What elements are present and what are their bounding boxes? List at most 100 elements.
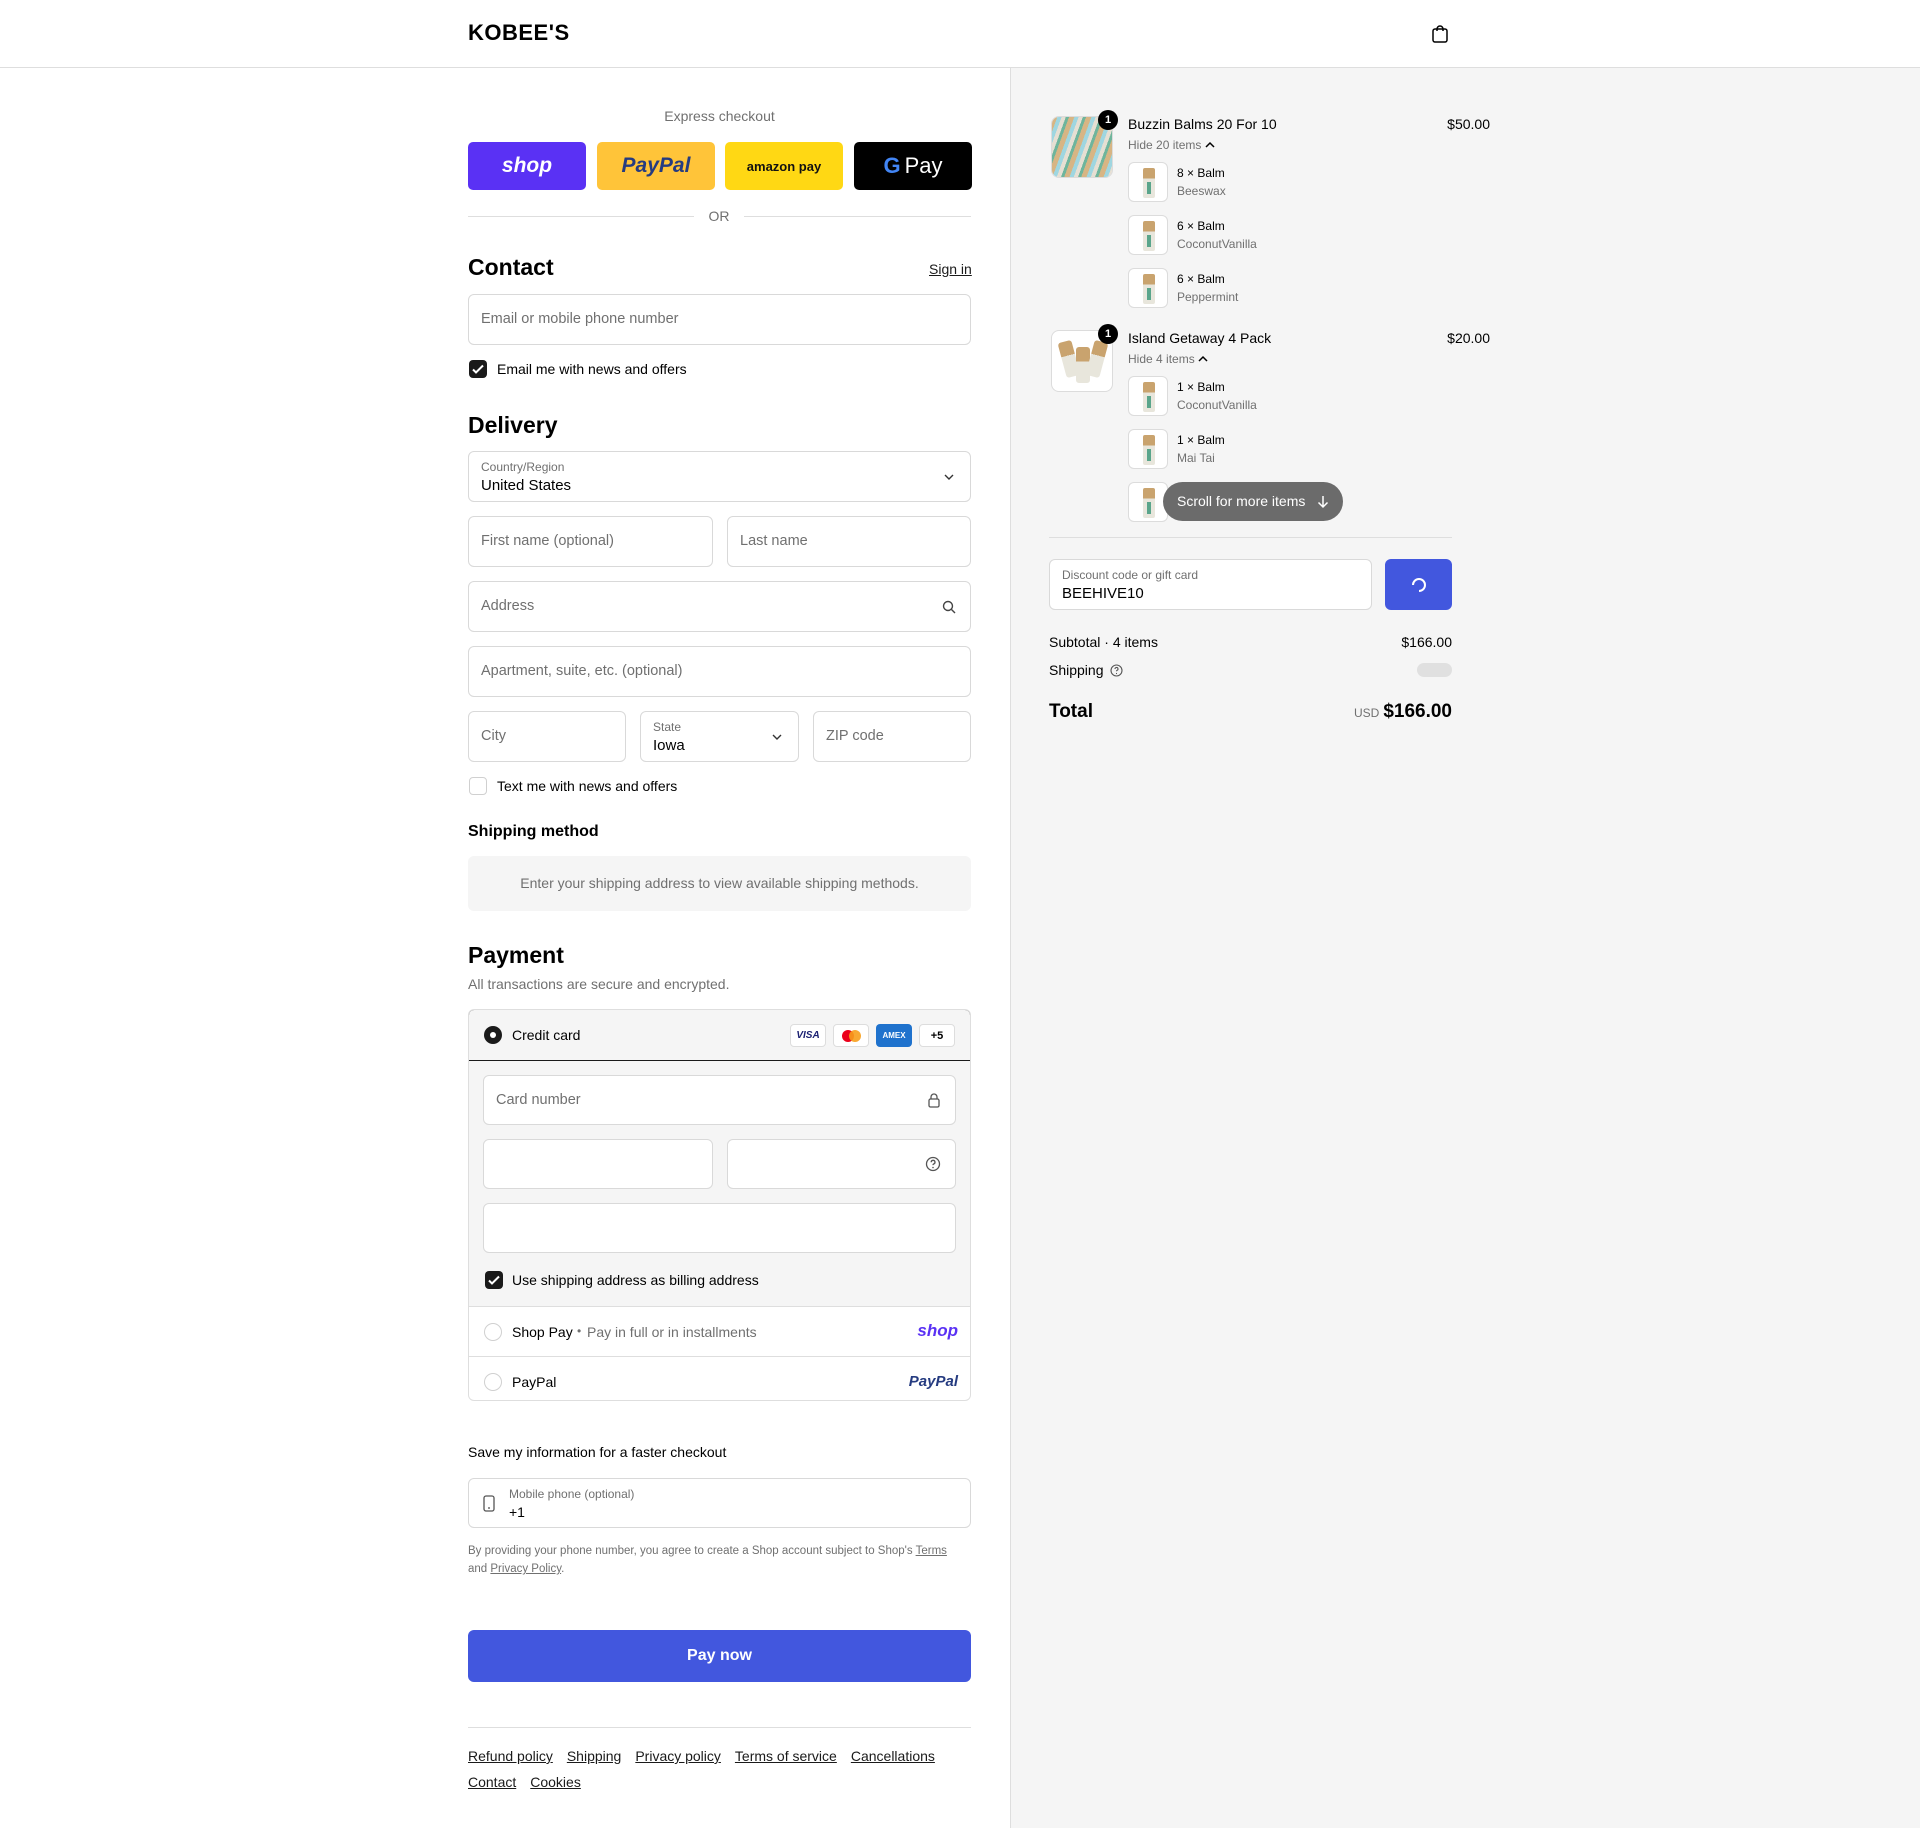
sign-in-link[interactable]: Sign in bbox=[929, 261, 972, 277]
paypal-radio[interactable] bbox=[484, 1373, 502, 1391]
item-price: $20.00 bbox=[1447, 330, 1490, 346]
credit-card-radio[interactable] bbox=[484, 1026, 502, 1044]
loading-spinner-icon bbox=[1412, 578, 1426, 592]
arrow-down-icon bbox=[1318, 496, 1329, 509]
pay-now-button[interactable]: Pay now bbox=[468, 1630, 971, 1682]
last-name-field[interactable]: Last name bbox=[727, 516, 971, 567]
name-on-card-field[interactable] bbox=[483, 1203, 956, 1253]
apply-discount-button[interactable] bbox=[1385, 559, 1452, 610]
paypal-express-button[interactable]: PayPal bbox=[597, 142, 715, 190]
email-news-checkbox[interactable] bbox=[469, 360, 487, 378]
terms-of-service-link[interactable]: Terms of service bbox=[735, 1748, 837, 1764]
first-name-field[interactable]: First name (optional) bbox=[468, 516, 713, 567]
credit-card-label: Credit card bbox=[512, 1027, 581, 1043]
sub-item-name: 1 × Balm bbox=[1177, 433, 1225, 447]
sub-item-image bbox=[1128, 268, 1168, 308]
mobile-phone-icon bbox=[483, 1495, 495, 1512]
shop-pay-radio[interactable] bbox=[484, 1323, 502, 1341]
privacy-policy-footer-link[interactable]: Privacy policy bbox=[635, 1748, 721, 1764]
scroll-more-items-pill[interactable]: Scroll for more items bbox=[1163, 482, 1344, 521]
help-circle-icon[interactable] bbox=[925, 1156, 941, 1172]
divider bbox=[468, 216, 694, 217]
google-g-icon: G bbox=[883, 153, 901, 178]
legal-period: . bbox=[561, 1563, 565, 1575]
legal-prefix: By providing your phone number, you agre… bbox=[468, 1545, 913, 1557]
country-select[interactable]: Country/Region United States bbox=[468, 451, 971, 502]
text-news-label: Text me with news and offers bbox=[497, 778, 678, 794]
google-pay-express-button[interactable]: G Pay bbox=[854, 142, 972, 190]
shipping-label: Shipping bbox=[1049, 662, 1123, 678]
paypal-logo: PayPal bbox=[621, 154, 691, 177]
privacy-policy-link[interactable]: Privacy Policy bbox=[490, 1563, 561, 1575]
shop-pay-description: Pay in full or in installments bbox=[587, 1324, 757, 1340]
city-placeholder: City bbox=[481, 728, 506, 744]
cookies-link[interactable]: Cookies bbox=[530, 1774, 581, 1790]
security-code-field[interactable] bbox=[727, 1139, 956, 1189]
mobile-phone-field[interactable]: Mobile phone (optional) +1 bbox=[468, 1478, 971, 1528]
or-divider-label: OR bbox=[708, 208, 730, 224]
times-sign: × bbox=[1187, 433, 1195, 447]
card-form: Card number Use shipping address as bill… bbox=[469, 1061, 970, 1307]
paypal-logo: PayPal bbox=[908, 1373, 958, 1390]
sub-item-image bbox=[1128, 215, 1168, 255]
sub-item-product: Balm bbox=[1197, 272, 1225, 286]
sub-item-variant: CoconutVanilla bbox=[1177, 398, 1257, 412]
checkmark-icon bbox=[488, 1275, 500, 1285]
text-news-checkbox[interactable] bbox=[469, 777, 487, 795]
contact-link[interactable]: Contact bbox=[468, 1774, 516, 1790]
last-name-placeholder: Last name bbox=[740, 533, 808, 549]
sub-item-qty: 1 bbox=[1177, 380, 1184, 394]
store-logo[interactable]: KOBEE'S bbox=[468, 20, 570, 46]
sub-item-variant: Mai Tai bbox=[1177, 451, 1215, 465]
delivery-heading: Delivery bbox=[468, 412, 558, 438]
card-number-field[interactable]: Card number bbox=[483, 1075, 956, 1125]
scroll-more-label: Scroll for more items bbox=[1177, 493, 1306, 509]
paypal-option[interactable]: PayPal PayPal bbox=[469, 1357, 970, 1400]
amazon-pay-express-button[interactable]: amazon pay bbox=[725, 142, 843, 190]
apartment-field[interactable]: Apartment, suite, etc. (optional) bbox=[468, 646, 971, 697]
cancellations-link[interactable]: Cancellations bbox=[851, 1748, 935, 1764]
lock-icon bbox=[928, 1093, 940, 1108]
expiration-date-field[interactable] bbox=[483, 1139, 713, 1189]
discount-code-field[interactable]: Discount code or gift card BEEHIVE10 bbox=[1049, 559, 1372, 610]
email-placeholder: Email or mobile phone number bbox=[481, 311, 679, 327]
shop-logo: shop bbox=[501, 154, 553, 177]
state-select[interactable]: State Iowa bbox=[640, 711, 799, 762]
zip-field[interactable]: ZIP code bbox=[813, 711, 971, 762]
first-name-placeholder: First name (optional) bbox=[481, 533, 614, 549]
city-field[interactable]: City bbox=[468, 711, 626, 762]
email-field[interactable]: Email or mobile phone number bbox=[468, 294, 971, 345]
item-name: Island Getaway 4 Pack bbox=[1128, 330, 1272, 346]
help-circle-icon[interactable] bbox=[1110, 664, 1123, 677]
times-sign: × bbox=[1187, 380, 1195, 394]
more-cards-badge: +5 bbox=[919, 1024, 955, 1047]
shipping-method-notice: Enter your shipping address to view avai… bbox=[468, 856, 971, 911]
phone-value: +1 bbox=[509, 1504, 525, 1520]
hide-items-label: Hide 20 items bbox=[1128, 138, 1202, 152]
sub-item-product: Balm bbox=[1197, 380, 1225, 394]
subtotal-label: Subtotal · 4 items bbox=[1049, 634, 1158, 650]
shop-pay-express-button[interactable]: shop bbox=[468, 142, 586, 190]
cart-bag-icon[interactable] bbox=[1430, 24, 1450, 44]
billing-same-checkbox[interactable] bbox=[485, 1271, 503, 1289]
save-info-heading: Save my information for a faster checkou… bbox=[468, 1444, 727, 1460]
hide-items-toggle[interactable]: Hide 20 items bbox=[1128, 138, 1215, 152]
sub-item-image bbox=[1128, 162, 1168, 202]
terms-link[interactable]: Terms bbox=[916, 1545, 947, 1557]
sub-item-image bbox=[1128, 376, 1168, 416]
hide-items-toggle[interactable]: Hide 4 items bbox=[1128, 352, 1208, 366]
quantity-badge: 1 bbox=[1098, 110, 1118, 130]
legal-and: and bbox=[468, 1563, 488, 1575]
shipping-policy-link[interactable]: Shipping bbox=[567, 1748, 622, 1764]
sub-item-variant: CoconutVanilla bbox=[1177, 237, 1257, 251]
state-label: State bbox=[653, 720, 682, 734]
credit-card-option[interactable]: Credit card VISA AMEX +5 bbox=[469, 1010, 970, 1061]
refund-policy-link[interactable]: Refund policy bbox=[468, 1748, 553, 1764]
shop-pay-option[interactable]: Shop Pay • Pay in full or in installment… bbox=[469, 1307, 970, 1357]
item-price: $50.00 bbox=[1447, 116, 1490, 132]
shipping-method-heading: Shipping method bbox=[468, 823, 599, 840]
address-field[interactable]: Address bbox=[468, 581, 971, 632]
sub-item-qty: 6 bbox=[1177, 219, 1184, 233]
discount-label: Discount code or gift card bbox=[1062, 568, 1199, 582]
sub-item-product: Balm bbox=[1197, 219, 1225, 233]
